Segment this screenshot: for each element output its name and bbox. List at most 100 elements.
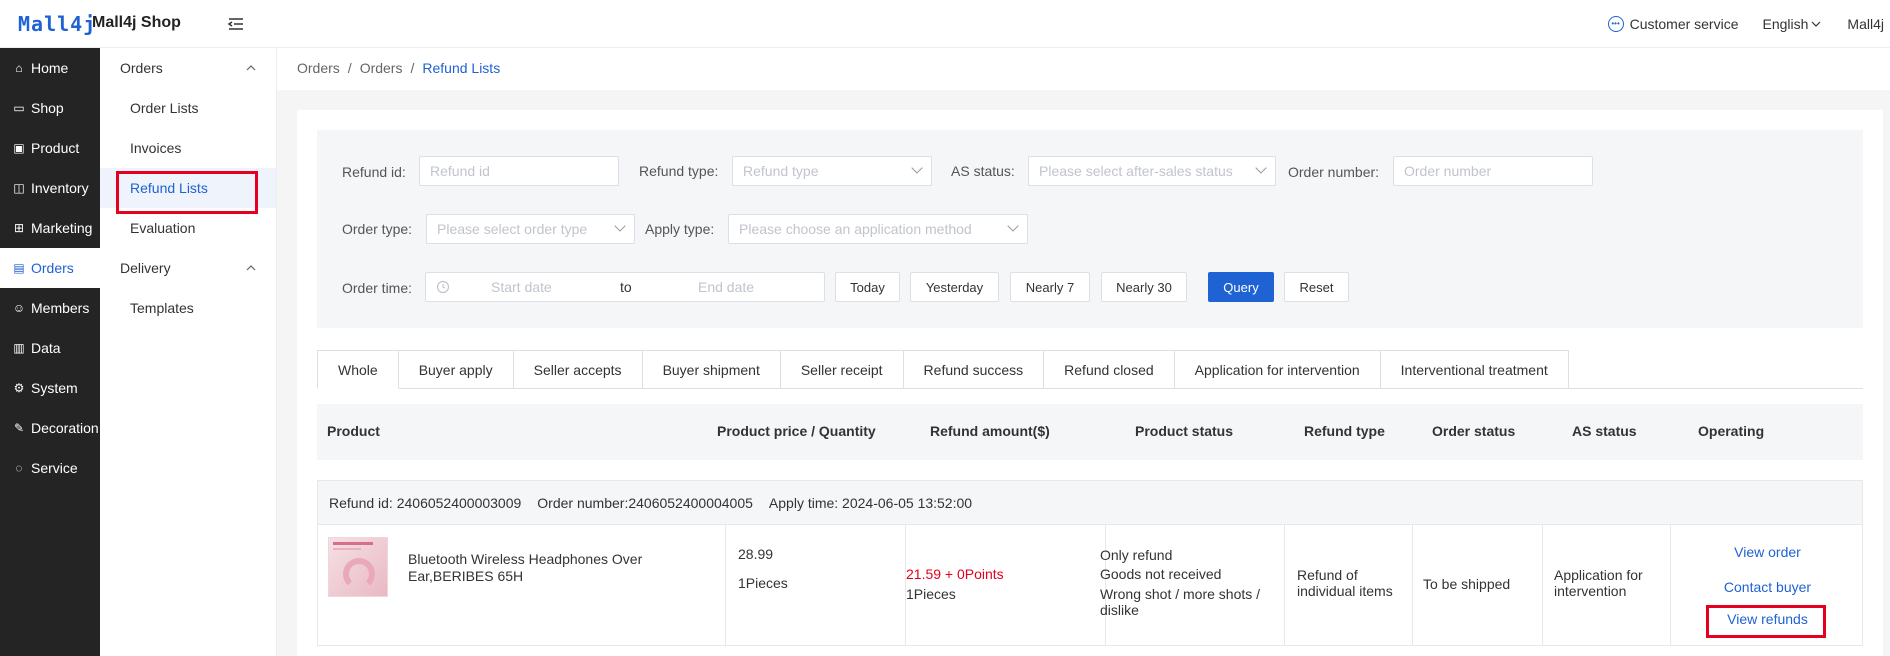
nav-label: Data xyxy=(31,340,61,356)
subnav-evaluation[interactable]: Evaluation xyxy=(100,208,276,248)
nav-home[interactable]: ⌂ Home xyxy=(0,48,100,88)
column-header: Refund amount($) xyxy=(930,423,1050,439)
system-icon: ⚙ xyxy=(13,381,25,395)
subnav-group-orders[interactable]: Orders xyxy=(100,48,276,88)
product-thumbnail[interactable] xyxy=(328,537,388,597)
tab-refund-closed[interactable]: Refund closed xyxy=(1044,350,1175,389)
nav-decoration[interactable]: ✎ Decoration xyxy=(0,408,100,448)
as-status-value: Application for intervention xyxy=(1554,567,1643,599)
apply-type-label: Apply type: xyxy=(645,221,715,237)
tab-seller-accepts[interactable]: Seller accepts xyxy=(513,350,643,389)
date-separator: to xyxy=(620,279,632,295)
date-range-picker[interactable]: Start date to End date xyxy=(425,272,825,302)
tab-refund-success[interactable]: Refund success xyxy=(903,350,1045,389)
subnav-group-delivery[interactable]: Delivery xyxy=(100,248,276,288)
chat-icon: ••• xyxy=(1607,16,1624,32)
breadcrumb: Orders / Orders / Refund Lists xyxy=(297,60,501,76)
decoration-icon: ✎ xyxy=(13,421,25,435)
language-dropdown[interactable]: English xyxy=(1763,16,1822,32)
logo[interactable]: Mall4j xyxy=(18,12,96,36)
product-quantity: 1Pieces xyxy=(738,575,788,591)
logo-text: Mall4j xyxy=(18,12,97,36)
menu-collapse-icon[interactable] xyxy=(226,14,246,34)
nav-members[interactable]: ☺ Members xyxy=(0,288,100,328)
column-header: Operating xyxy=(1698,423,1765,439)
shop-icon: ▭ xyxy=(13,101,25,115)
subnav-order-lists[interactable]: Order Lists xyxy=(100,88,276,128)
reset-button[interactable]: Reset xyxy=(1284,272,1349,302)
refund-type-select[interactable]: Refund type xyxy=(732,156,932,186)
as-status-select[interactable]: Please select after-sales status xyxy=(1028,156,1276,186)
product-status-line: Only refund xyxy=(1100,547,1173,563)
tab-whole[interactable]: Whole xyxy=(317,350,399,389)
refund-quantity: 1Pieces xyxy=(906,586,956,602)
chevron-down-icon xyxy=(1811,21,1821,27)
chevron-down-icon xyxy=(614,220,626,232)
as-status-label: AS status: xyxy=(951,163,1015,179)
nav-product[interactable]: ▣ Product xyxy=(0,128,100,168)
refund-id-value: Refund id: 2406052400003009 xyxy=(329,494,522,511)
column-header: Refund type xyxy=(1304,423,1385,439)
nav-shop[interactable]: ▭ Shop xyxy=(0,88,100,128)
order-type-select[interactable]: Please select order type xyxy=(426,214,635,244)
product-icon: ▣ xyxy=(13,141,25,155)
nav-system[interactable]: ⚙ System xyxy=(0,368,100,408)
breadcrumb-item[interactable]: Orders xyxy=(360,60,403,76)
nearly-7-button[interactable]: Nearly 7 xyxy=(1010,272,1090,302)
user-menu[interactable]: Mall4j xyxy=(1847,16,1884,32)
refund-type-value: Refund of individual items xyxy=(1297,567,1393,599)
product-name[interactable]: Bluetooth Wireless Headphones Over Ear,B… xyxy=(408,551,648,585)
refund-id-label: Refund id: xyxy=(342,164,406,180)
home-icon: ⌂ xyxy=(15,61,23,75)
nav-service[interactable]: ◌ Service xyxy=(0,448,100,488)
nav-label: Home xyxy=(31,60,69,76)
refund-type-cell: Refund of individual items xyxy=(1285,525,1413,645)
sub-sidebar: Orders Order Lists Invoices Refund Lists… xyxy=(100,48,277,656)
language-label: English xyxy=(1762,16,1809,32)
subnav-invoices[interactable]: Invoices xyxy=(100,128,276,168)
refund-amount: 21.59 + 0Points xyxy=(906,566,1004,582)
highlight-box xyxy=(1706,605,1826,638)
table-row: Bluetooth Wireless Headphones Over Ear,B… xyxy=(317,524,1863,646)
breadcrumb-item[interactable]: Orders xyxy=(297,60,340,76)
as-status-cell: Application for intervention xyxy=(1543,525,1671,645)
customer-service-button[interactable]: ••• Customer service xyxy=(1607,16,1739,32)
breadcrumb-current: Refund Lists xyxy=(422,60,501,76)
view-order-link[interactable]: View order xyxy=(1671,544,1864,560)
customer-service-label: Customer service xyxy=(1629,16,1739,32)
nav-label: Product xyxy=(31,140,80,156)
apply-type-select[interactable]: Please choose an application method xyxy=(728,214,1028,244)
order-number-input[interactable]: Order number xyxy=(1393,156,1593,186)
highlight-box xyxy=(116,171,258,214)
order-status-value: To be shipped xyxy=(1423,576,1511,592)
today-button[interactable]: Today xyxy=(835,272,900,302)
refund-id-input[interactable]: Refund id xyxy=(419,156,619,186)
tab-seller-receipt[interactable]: Seller receipt xyxy=(780,350,904,389)
nav-label: Decoration xyxy=(31,420,99,436)
nav-data[interactable]: ▥ Data xyxy=(0,328,100,368)
column-header: Product xyxy=(327,423,380,439)
members-icon: ☺ xyxy=(12,301,26,315)
nav-inventory[interactable]: ◫ Inventory xyxy=(0,168,100,208)
query-button[interactable]: Query xyxy=(1208,272,1274,302)
top-bar: Mall4j Mall4j Shop ••• Customer service … xyxy=(0,0,1890,48)
subnav-group-label: Orders xyxy=(120,60,163,76)
refund-type-label: Refund type: xyxy=(639,163,719,179)
marketing-icon: ⊞ xyxy=(13,221,25,235)
subnav-templates[interactable]: Templates xyxy=(100,288,276,328)
tab-application-for-intervention[interactable]: Application for intervention xyxy=(1174,350,1381,389)
end-date-input[interactable]: End date xyxy=(698,273,754,301)
yesterday-button[interactable]: Yesterday xyxy=(910,272,999,302)
start-date-input[interactable]: Start date xyxy=(491,273,552,301)
nav-marketing[interactable]: ⊞ Marketing xyxy=(0,208,100,248)
nearly-30-button[interactable]: Nearly 30 xyxy=(1101,272,1187,302)
tab-buyer-apply[interactable]: Buyer apply xyxy=(398,350,514,389)
tab-buyer-shipment[interactable]: Buyer shipment xyxy=(642,350,781,389)
nav-orders[interactable]: ▤ Orders xyxy=(0,248,100,288)
contact-buyer-link[interactable]: Contact buyer xyxy=(1671,579,1864,595)
tab-interventional-treatment[interactable]: Interventional treatment xyxy=(1380,350,1569,389)
order-number-label: Order number: xyxy=(1288,164,1380,180)
refund-type-placeholder: Refund type xyxy=(743,163,819,179)
chevron-down-icon xyxy=(911,162,923,174)
column-header: AS status xyxy=(1572,423,1637,439)
